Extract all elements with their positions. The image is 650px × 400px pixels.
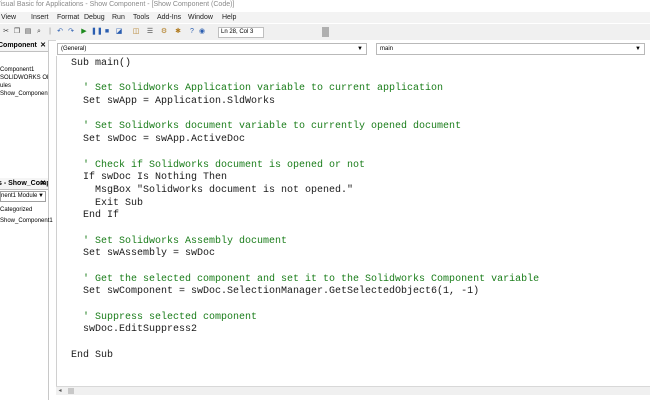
- project-tree: Component1 SOLIDWORKS Objects ules Show_…: [0, 66, 48, 98]
- horizontal-scrollbar[interactable]: ◂: [56, 386, 650, 395]
- code-line[interactable]: [71, 71, 539, 84]
- menu-format[interactable]: Format: [57, 12, 79, 23]
- close-icon[interactable]: ✕: [40, 178, 46, 189]
- undo-icon[interactable]: ↶: [56, 28, 64, 36]
- object-combo-value: (General): [61, 46, 87, 52]
- code-line[interactable]: End If: [71, 210, 539, 223]
- code-comment-line[interactable]: ' Suppress selected component: [71, 312, 539, 325]
- project-explorer-icon[interactable]: ◫: [132, 28, 140, 36]
- chevron-down-icon: ▼: [635, 46, 641, 52]
- properties-object-select[interactable]: nent1 Module ▼: [0, 191, 46, 202]
- toolbar-scroll-handle[interactable]: [322, 27, 329, 37]
- code-line[interactable]: [71, 299, 539, 312]
- standard-toolbar: ✂ ❐ ▤ ⌕ | ↶ ↷ ▶ ❚❚ ■ ◪ ◫ ☰ ⚙ ✱ ? ◉ Ln 28…: [0, 24, 650, 41]
- chevron-down-icon: ▼: [38, 193, 44, 199]
- window-title: Visual Basic for Applications - Show Com…: [0, 1, 235, 8]
- code-line[interactable]: Set swDoc = swApp.ActiveDoc: [71, 134, 539, 147]
- code-line[interactable]: Exit Sub: [71, 198, 539, 211]
- menu-bar: View Insert Format Debug Run Tools Add-I…: [0, 12, 650, 23]
- scrollbar-thumb[interactable]: [68, 388, 74, 394]
- code-line[interactable]: [71, 261, 539, 274]
- code-window: (General) ▼ main ▼ Sub main() ' Set Soli…: [56, 40, 650, 400]
- cursor-position-indicator: Ln 28, Col 3: [218, 27, 264, 38]
- redo-icon[interactable]: ↷: [67, 28, 75, 36]
- procedure-combo-value: main: [380, 46, 394, 52]
- left-pane: Component ✕ Component1 SOLIDWORKS Object…: [0, 40, 53, 400]
- help-circle-icon[interactable]: ◉: [198, 28, 206, 36]
- menu-view[interactable]: View: [1, 12, 16, 23]
- object-browser-icon[interactable]: ⚙: [160, 28, 168, 36]
- code-line[interactable]: End Sub: [71, 350, 539, 363]
- properties-header: s - Show_Componen ✕: [0, 178, 48, 190]
- menu-help[interactable]: Help: [222, 12, 236, 23]
- menu-insert[interactable]: Insert: [31, 12, 49, 23]
- code-line[interactable]: Sub main(): [71, 58, 539, 71]
- code-comment-line[interactable]: ' Get the selected component and set it …: [71, 274, 539, 287]
- cut-icon[interactable]: ✂: [2, 28, 10, 36]
- help-icon[interactable]: ?: [188, 28, 196, 36]
- paste-icon[interactable]: ▤: [24, 28, 32, 36]
- property-row[interactable]: Show_Component1: [0, 217, 53, 225]
- chevron-down-icon: ▼: [357, 46, 363, 52]
- close-icon[interactable]: ✕: [40, 40, 46, 51]
- code-editor[interactable]: Sub main() ' Set Solidworks Application …: [56, 56, 650, 388]
- tree-item-modules[interactable]: ules: [0, 82, 48, 90]
- code-line[interactable]: MsgBox "Solidworks document is not opene…: [71, 185, 539, 198]
- code-comment-line[interactable]: ' Set Solidworks Application variable to…: [71, 83, 539, 96]
- object-combo[interactable]: (General) ▼: [57, 43, 367, 55]
- break-icon[interactable]: ❚❚: [91, 28, 103, 36]
- scroll-left-icon[interactable]: ◂: [56, 387, 64, 395]
- find-icon[interactable]: ⌕: [35, 28, 43, 36]
- code-line[interactable]: If swDoc Is Nothing Then: [71, 172, 539, 185]
- separator-icon: |: [49, 28, 51, 35]
- run-icon[interactable]: ▶: [80, 28, 88, 36]
- tree-item-module[interactable]: Show_Component1: [0, 90, 48, 98]
- reset-icon[interactable]: ■: [103, 28, 111, 36]
- toolbox-icon[interactable]: ✱: [174, 28, 182, 36]
- properties-object-value: nent1 Module: [1, 193, 38, 199]
- code-comment-line[interactable]: ' Set Solidworks document variable to cu…: [71, 121, 539, 134]
- copy-icon[interactable]: ❐: [13, 28, 21, 36]
- project-explorer-title: Component: [0, 42, 37, 49]
- menu-tools[interactable]: Tools: [133, 12, 149, 23]
- menu-run[interactable]: Run: [112, 12, 125, 23]
- code-text[interactable]: Sub main() ' Set Solidworks Application …: [71, 58, 539, 363]
- code-line[interactable]: [71, 223, 539, 236]
- code-line[interactable]: Set swComponent = swDoc.SelectionManager…: [71, 286, 539, 299]
- code-line[interactable]: [71, 337, 539, 350]
- menu-debug[interactable]: Debug: [84, 12, 105, 23]
- title-bar: Visual Basic for Applications - Show Com…: [0, 0, 650, 10]
- project-explorer-header: Component ✕: [0, 40, 48, 52]
- code-line[interactable]: [71, 109, 539, 122]
- tree-item-project[interactable]: Component1: [0, 66, 48, 74]
- code-line[interactable]: [71, 147, 539, 160]
- code-line[interactable]: Set swApp = Application.SldWorks: [71, 96, 539, 109]
- procedure-combo[interactable]: main ▼: [376, 43, 645, 55]
- tree-item-solidworks-objects[interactable]: SOLIDWORKS Objects: [0, 74, 48, 82]
- code-comment-line[interactable]: ' Set Solidworks Assembly document: [71, 236, 539, 249]
- code-comment-line[interactable]: ' Check if Solidworks document is opened…: [71, 160, 539, 173]
- code-line[interactable]: swDoc.EditSuppress2: [71, 324, 539, 337]
- properties-window-icon[interactable]: ☰: [146, 28, 154, 36]
- menu-window[interactable]: Window: [188, 12, 213, 23]
- menu-addins[interactable]: Add-Ins: [157, 12, 181, 23]
- design-mode-icon[interactable]: ◪: [115, 28, 123, 36]
- code-line[interactable]: Set swAssembly = swDoc: [71, 248, 539, 261]
- tab-categorized[interactable]: Categorized: [0, 206, 32, 214]
